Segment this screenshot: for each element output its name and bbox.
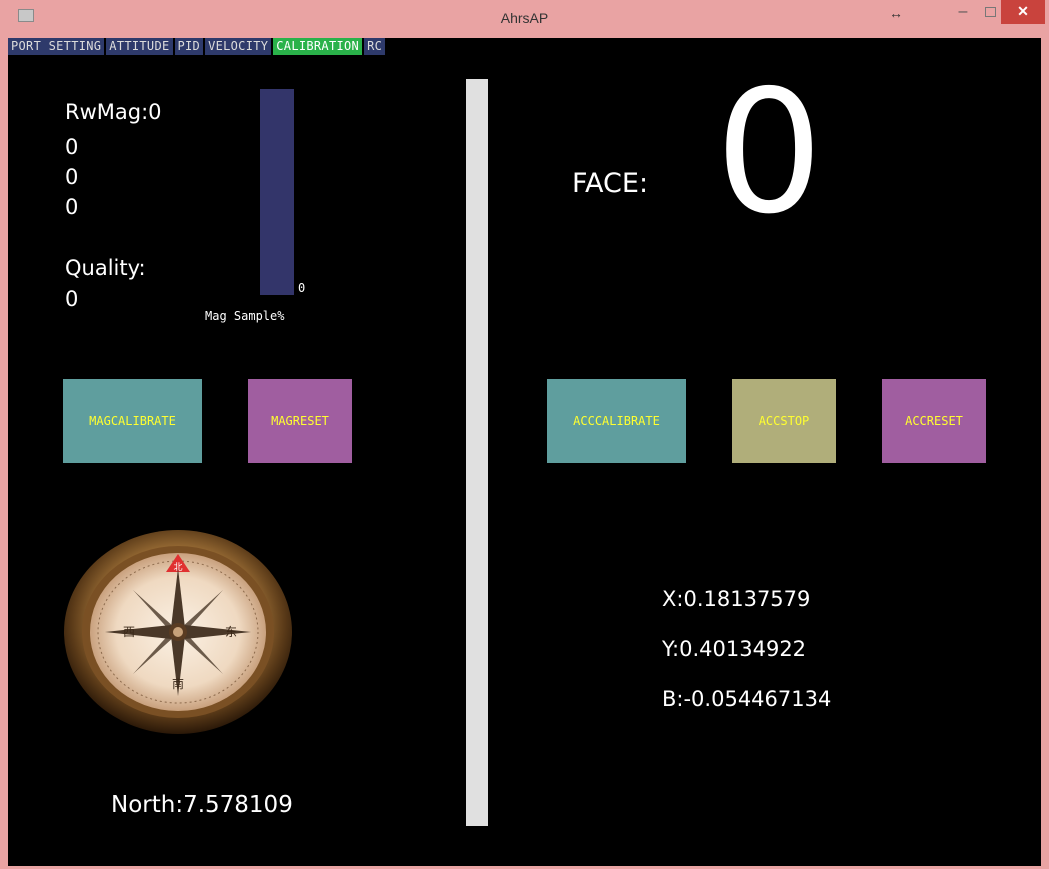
- compass-icon: 北 西 东 南: [63, 528, 293, 736]
- quality-label: Quality:: [65, 256, 146, 280]
- tab-attitude[interactable]: ATTITUDE: [106, 38, 173, 55]
- mag-reset-button[interactable]: MAGRESET: [248, 379, 352, 463]
- north-heading: North:7.578109: [111, 792, 293, 818]
- mag-value-2: 0: [65, 165, 79, 189]
- acc-reset-button[interactable]: ACCRESET: [882, 379, 986, 463]
- compass-west-label: 西: [123, 625, 135, 639]
- resize-icon[interactable]: ↔: [889, 5, 903, 21]
- mag-sample-bar: [260, 89, 294, 295]
- tab-calibration[interactable]: CALIBRATION: [273, 38, 363, 55]
- acc-x-value: X:0.18137579: [662, 587, 811, 611]
- tab-velocity[interactable]: VELOCITY: [205, 38, 272, 55]
- tab-bar: PORT SETTING ATTITUDE PID VELOCITY CALIB…: [8, 38, 387, 55]
- acc-calibrate-button[interactable]: ACCCALIBRATE: [547, 379, 686, 463]
- app-window: AhrsAP ↔ – ✕ PORT SETTING ATTITUDE PID V…: [0, 0, 1049, 869]
- acc-y-value: Y:0.40134922: [662, 637, 807, 661]
- maximize-icon: [985, 7, 996, 17]
- compass-east-label: 东: [225, 625, 237, 639]
- acc-b-value: B:-0.054467134: [662, 687, 832, 711]
- close-button[interactable]: ✕: [1001, 0, 1045, 24]
- mag-value-3: 0: [65, 195, 79, 219]
- quality-value: 0: [65, 287, 79, 311]
- mag-sample-percent: 0: [298, 281, 306, 295]
- tab-pid[interactable]: PID: [174, 38, 204, 55]
- client-area: PORT SETTING ATTITUDE PID VELOCITY CALIB…: [8, 38, 1041, 866]
- acc-stop-button[interactable]: ACCSTOP: [732, 379, 836, 463]
- minimize-button[interactable]: –: [950, 2, 976, 24]
- compass-south-label: 南: [172, 676, 184, 691]
- rwmag-label: RwMag:0: [65, 100, 162, 124]
- mag-calibrate-button[interactable]: MAGCALIBRATE: [63, 379, 202, 463]
- title-bar[interactable]: AhrsAP ↔ – ✕: [0, 0, 1049, 38]
- tab-rc[interactable]: RC: [364, 38, 386, 55]
- mag-sample-label: Mag Sample%: [205, 309, 285, 323]
- mag-value-1: 0: [65, 135, 79, 159]
- panel-divider: [466, 79, 488, 826]
- face-label: FACE:: [572, 168, 649, 199]
- face-value: 0: [715, 54, 824, 252]
- tab-port-setting[interactable]: PORT SETTING: [8, 38, 105, 55]
